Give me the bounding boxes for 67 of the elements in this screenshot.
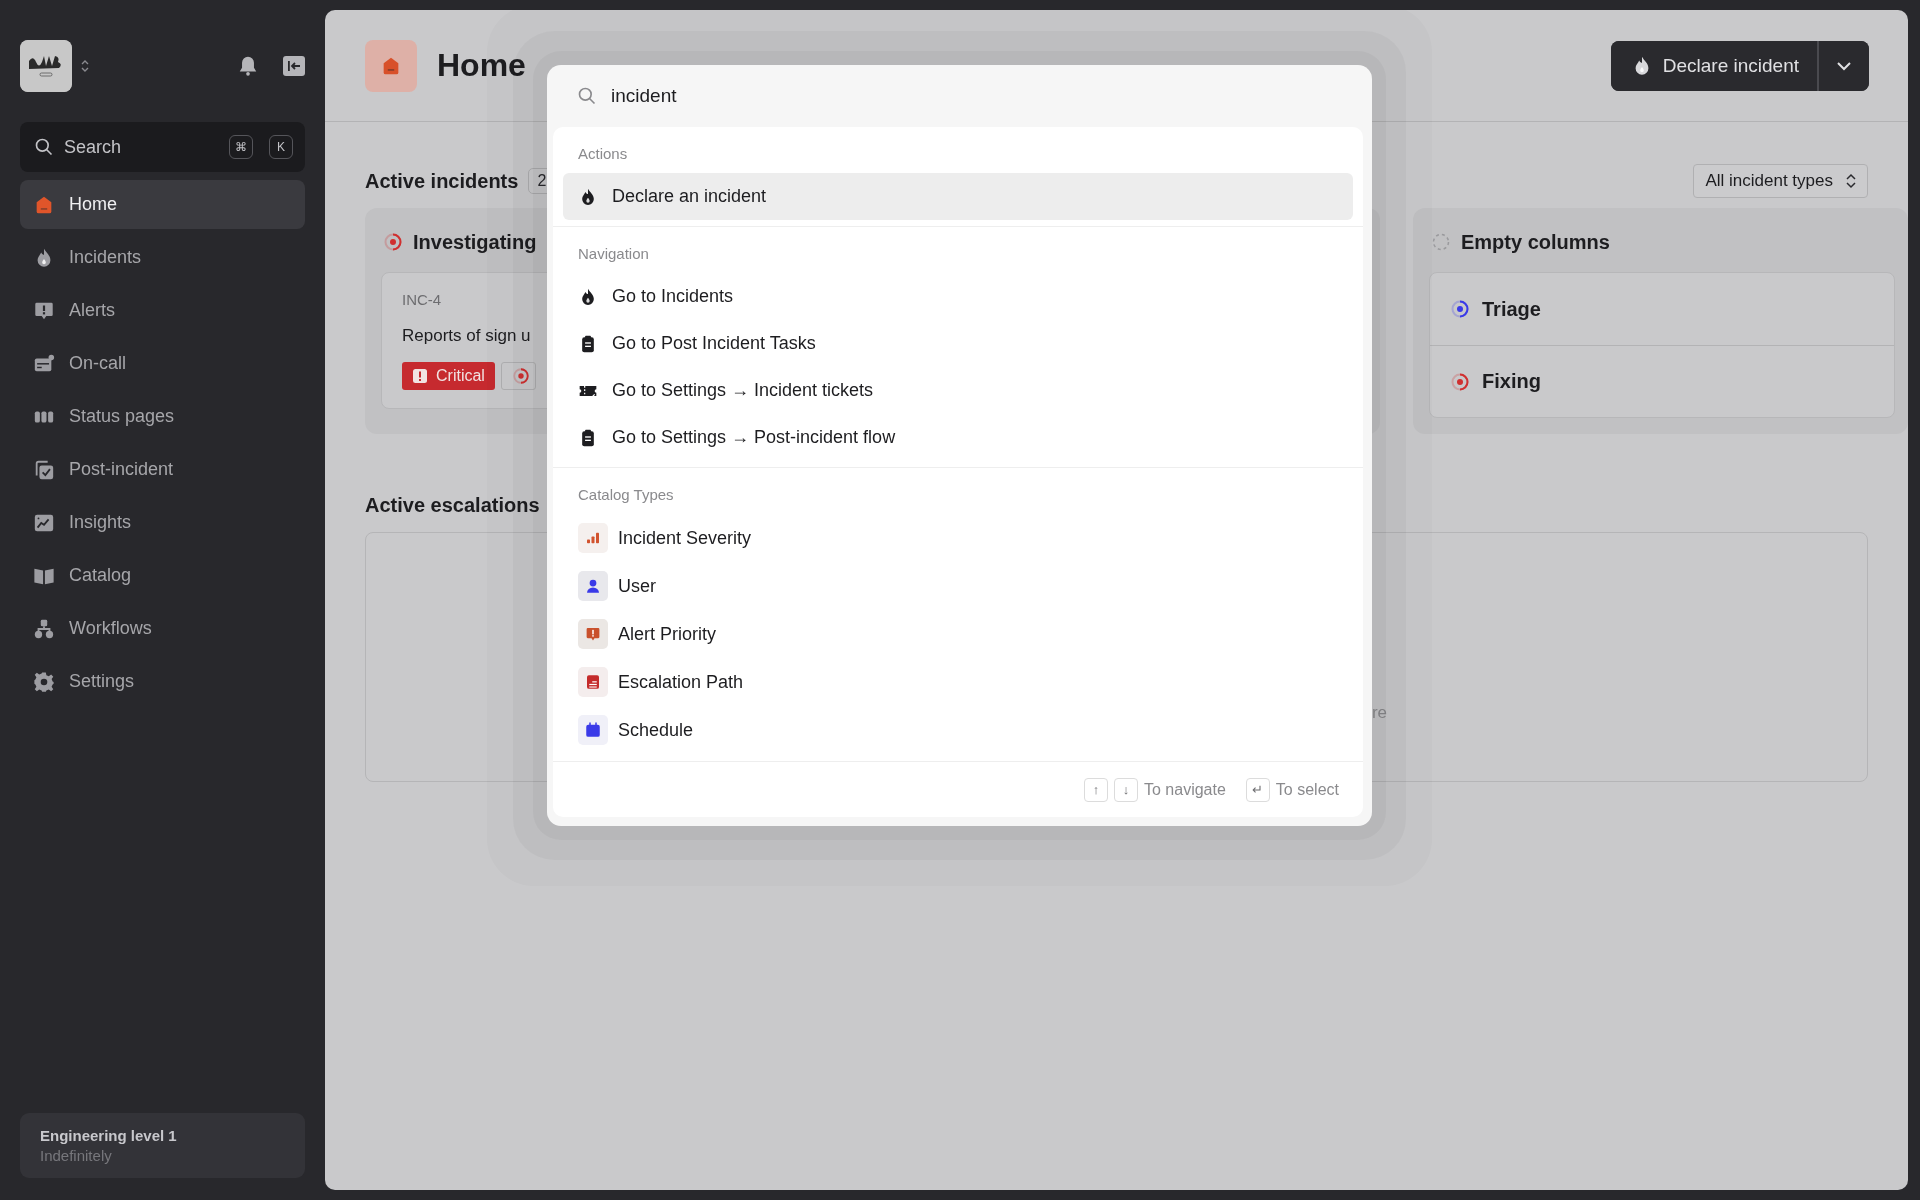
empty-circle-icon [1431,232,1451,252]
incident-id: INC-4 [402,291,442,308]
sidebar-item[interactable]: Alerts [20,286,305,335]
logo-icon[interactable] [20,40,72,92]
command-item[interactable]: Go to Incidents [563,273,1353,320]
command-item[interactable]: Go to Settings → Incident tickets [563,367,1353,414]
workflow-icon [33,617,55,640]
settings-icon [33,670,55,693]
command-item[interactable]: Incident Severity [563,514,1353,562]
command-item[interactable]: User [563,562,1353,610]
sidebar-item[interactable]: Home [20,180,305,229]
bell-icon[interactable] [237,55,259,77]
section-title: Active escalations [365,493,540,517]
on-call-title: Engineering level 1 [40,1127,178,1144]
command-item[interactable]: Go to Settings → Post-incident flow [563,414,1353,461]
sidebar-item[interactable]: Insights [20,498,305,547]
sidebar-item[interactable]: Catalog [20,551,305,600]
on-call-duration: Indefinitely [40,1147,113,1164]
sidebar-item[interactable]: On-call [20,339,305,388]
command-search-field[interactable]: incident [611,85,1011,107]
caret-icon [1836,60,1852,71]
calendar-icon [584,721,602,739]
command-item[interactable]: Escalation Path [563,658,1353,706]
search-field[interactable]: Search ⌘ K [20,122,305,172]
dropdown-button[interactable] [1817,40,1869,91]
search-icon [34,137,54,157]
command-item[interactable]: Schedule [563,706,1353,754]
command-item[interactable]: Go to Post Incident Tasks [563,320,1353,367]
key-hint: ↑ [1084,777,1108,802]
chevron-updown-icon [1845,172,1857,190]
sidebar-item[interactable]: Settings [20,657,305,706]
page-title: Home [437,47,527,84]
incident-title: Reports of sign u [402,326,531,346]
chevron-updown-icon[interactable] [80,58,90,74]
hint-label: To select [1275,780,1339,799]
section-heading: Catalog Types [577,485,675,505]
collapse-sidebar-icon[interactable] [283,56,305,76]
hint-label: To navigate [1144,780,1226,799]
incident-type-select[interactable]: All incident types [1693,164,1868,198]
alert-icon [412,368,428,384]
search-icon [577,86,597,106]
key-hint: ↓ [1114,777,1138,802]
search-placeholder: Search [64,136,123,158]
command-item[interactable]: Alert Priority [563,610,1353,658]
column-title: Investigating [413,230,537,254]
user-icon [584,577,602,595]
sidebar-item[interactable]: Incidents [20,233,305,282]
command-item[interactable]: Declare an incident [563,173,1353,220]
empty-state-text: re [1371,703,1387,723]
sidebar-item[interactable]: Post-incident [20,445,305,494]
severity-badge: Critical [402,362,495,390]
section-heading: Actions [577,144,629,164]
status-name: Fixing [1482,370,1541,393]
alert-icon [584,625,602,643]
checkbox-icon [33,458,55,481]
document-icon [584,673,602,691]
on-call-card[interactable]: Engineering level 1 Indefinitely [20,1113,305,1178]
section-title: Active incidents [365,169,519,193]
shortcut-key: ⌘ [229,135,253,159]
shortcut-key: K [269,135,293,159]
column-title: Empty columns [1461,230,1610,254]
sidebar-item[interactable]: Status pages [20,392,305,441]
section-heading: Navigation [577,244,650,264]
sidebar-item[interactable]: Workflows [20,604,305,653]
status-name: Triage [1482,297,1541,321]
key-hint: ↵ [1245,777,1270,802]
status-icon [511,367,530,385]
